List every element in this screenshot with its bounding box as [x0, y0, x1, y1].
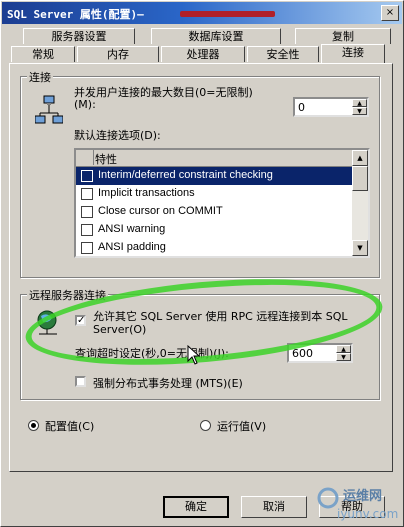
option-checkbox[interactable] [81, 188, 93, 200]
tab-database-settings[interactable]: 数据库设置 [151, 28, 281, 44]
list-item[interactable]: Implicit transactions [76, 185, 352, 203]
mouse-cursor-icon [187, 345, 201, 365]
stepper-up-icon[interactable]: ▲ [336, 345, 351, 353]
option-checkbox[interactable] [81, 206, 93, 218]
ok-button[interactable]: 确定 [163, 496, 229, 518]
option-checkbox[interactable] [81, 224, 93, 236]
scroll-thumb[interactable] [352, 166, 368, 191]
tab-security[interactable]: 安全性 [247, 46, 319, 62]
tab-server-settings[interactable]: 服务器设置 [23, 28, 135, 44]
sql-server-properties-dialog: SQL Server 属性(配置)— × 服务器设置 数据库设置 复制 常规 内… [0, 0, 404, 527]
running-values-label[interactable]: 运行值(V) [217, 418, 266, 434]
list-header-property[interactable]: 特性 [95, 151, 117, 167]
scroll-down-icon[interactable]: ▼ [352, 240, 368, 256]
option-checkbox[interactable] [81, 170, 93, 182]
force-mts-checkbox[interactable] [75, 376, 86, 387]
watermark: 运维网 iyunv.com [317, 483, 399, 525]
option-label: Close cursor on COMMIT [98, 205, 223, 217]
option-label: Implicit transactions [98, 187, 195, 199]
stepper-up-icon[interactable]: ▲ [352, 99, 367, 107]
option-label: ANSI padding [98, 241, 166, 253]
list-item[interactable]: ANSI warning [76, 221, 352, 239]
max-connections-value[interactable]: 0 [298, 101, 305, 114]
list-item[interactable]: Interim/deferred constraint checking [76, 167, 352, 185]
option-checkbox[interactable] [81, 242, 93, 254]
title-bar[interactable]: SQL Server 属性(配置)— × [2, 2, 402, 24]
option-label: Interim/deferred constraint checking [98, 169, 273, 181]
tab-replication[interactable]: 复制 [295, 28, 391, 44]
watermark-site-cn: 运维网 [343, 489, 383, 504]
stepper-down-icon[interactable]: ▼ [336, 353, 351, 361]
max-connections-label-accel: (M): [74, 98, 96, 111]
scroll-up-icon[interactable]: ▲ [352, 150, 368, 166]
configured-values-radio[interactable] [28, 420, 39, 431]
list-scrollbar[interactable]: ▲ ▼ [352, 150, 368, 256]
max-connections-label: 并发用户连接的最大数目(0=无限制) [74, 86, 253, 99]
tab-general[interactable]: 常规 [11, 46, 75, 62]
list-item[interactable]: Close cursor on COMMIT [76, 203, 352, 221]
list-header: 特性 [76, 150, 352, 167]
redacted-server-name [180, 11, 275, 17]
connections-tab-panel: 连接 并发用户连接的最大数目(0=无限制) (M): 0 ▲ ▼ 默认连接选项(… [9, 63, 393, 472]
stepper-down-icon[interactable]: ▼ [352, 107, 367, 115]
force-mts-label[interactable]: 强制分布式事务处理 (MTS)(E) [93, 375, 243, 391]
max-connections-stepper[interactable]: 0 ▲ ▼ [293, 97, 369, 117]
tab-processor[interactable]: 处理器 [161, 46, 245, 62]
default-options-list[interactable]: 特性 Interim/deferred constraint checking … [74, 148, 370, 258]
window-title: SQL Server 属性(配置)— [7, 8, 144, 21]
default-options-label: 默认连接选项(D): [74, 129, 161, 142]
watermark-site-url: iyunv.com [337, 507, 399, 521]
radio-selected-dot [31, 423, 36, 428]
network-computers-icon [35, 95, 63, 124]
configured-values-label[interactable]: 配置值(C) [45, 418, 94, 434]
connections-group-title: 连接 [27, 69, 53, 85]
cancel-button[interactable]: 取消 [241, 496, 307, 518]
running-values-radio[interactable] [200, 420, 211, 431]
list-header-checkbox-column[interactable] [76, 150, 94, 165]
option-label: ANSI warning [98, 223, 166, 235]
tab-memory[interactable]: 内存 [77, 46, 159, 62]
tab-connections[interactable]: 连接 [321, 44, 385, 63]
close-icon[interactable]: × [381, 5, 399, 21]
list-item[interactable]: ANSI padding [76, 239, 352, 256]
watermark-logo-icon [317, 487, 339, 509]
